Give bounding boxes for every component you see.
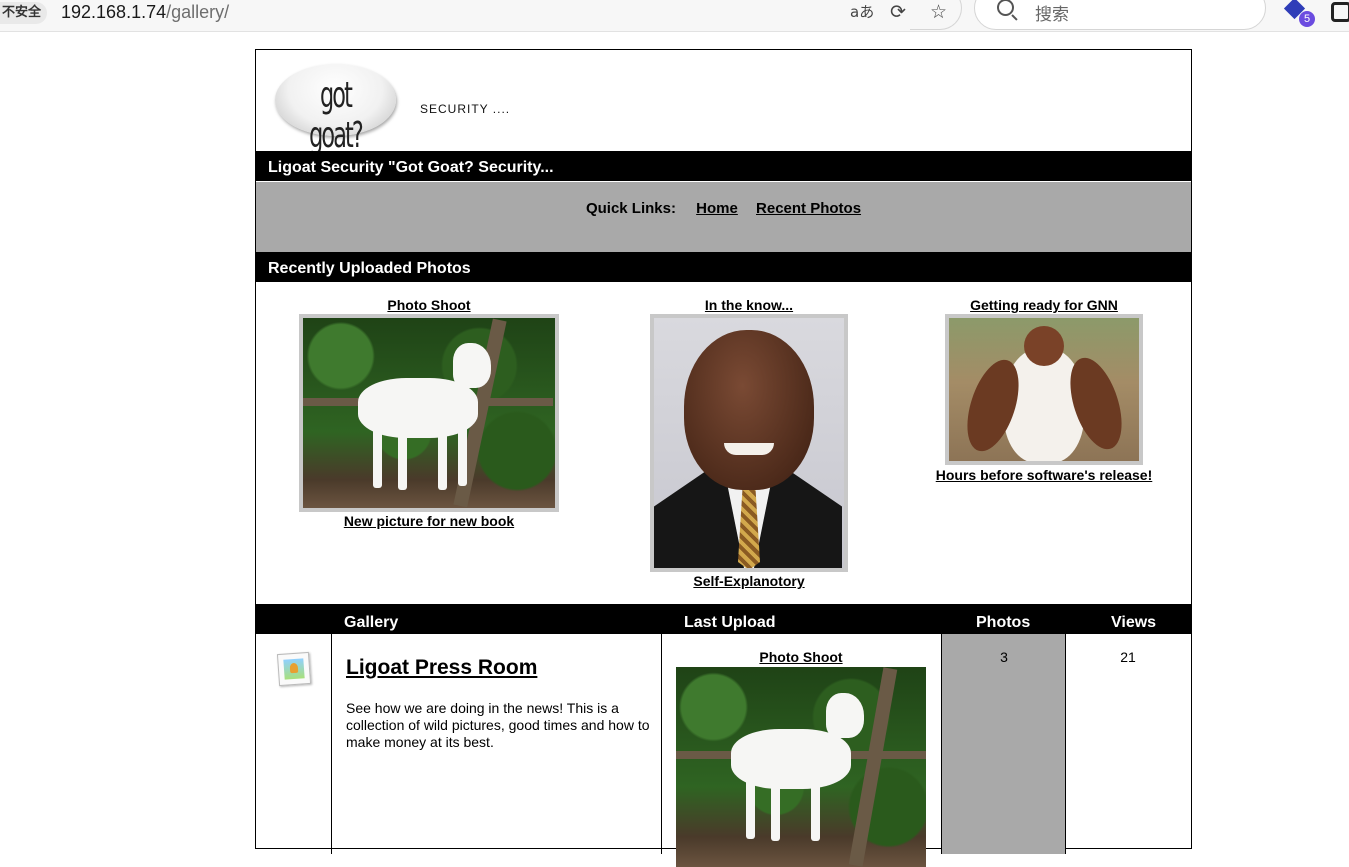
photo-caption-link[interactable]: Hours before software's release!	[914, 467, 1174, 483]
col-header-photos: Photos	[976, 614, 1031, 631]
col-header-gallery: Gallery	[344, 614, 399, 631]
photo-title-link[interactable]: Getting ready for GNN	[914, 297, 1174, 313]
last-upload-thumbnail[interactable]	[676, 667, 926, 867]
address-bar[interactable]: 192.168.1.74/gallery/	[61, 1, 229, 23]
site-container: got goat? SECURITY .... Ligoat Security …	[255, 49, 1192, 867]
photo-title-link[interactable]: In the know...	[619, 297, 879, 313]
goat-standing-image	[676, 667, 926, 867]
security-indicator[interactable]: 不安全	[0, 2, 48, 24]
photo-thumbnail-portrait[interactable]	[650, 314, 848, 572]
last-upload-cell: Photo Shoot	[676, 649, 926, 665]
views-count: 21	[1120, 649, 1136, 665]
quick-links-label: Quick Links:	[585, 200, 676, 217]
url-path: /gallery/	[166, 2, 230, 22]
goat-leg	[746, 779, 755, 839]
goat-head	[826, 693, 864, 738]
photos-count: 3	[1000, 649, 1008, 665]
search-placeholder: 搜索	[1035, 5, 1069, 25]
photo-title-link[interactable]: Photo Shoot	[299, 297, 559, 313]
recent-photo-1-caption-cell: New picture for new book	[299, 513, 559, 529]
goat-leg	[771, 779, 780, 841]
goat-leg	[438, 428, 447, 490]
recent-photo-3-caption-cell: Hours before software's release!	[914, 467, 1174, 483]
url-host: 192.168.1.74	[61, 2, 167, 22]
table-row: Ligoat Press Room See how we are doing i…	[256, 634, 1191, 867]
refresh-icon[interactable]: ⟳	[890, 0, 906, 24]
gallery-image-icon[interactable]	[276, 651, 312, 687]
site-tagline: SECURITY ....	[420, 102, 511, 116]
extension-badge: 5	[1299, 11, 1315, 27]
goat-forehead	[1024, 326, 1064, 366]
photo-caption-link[interactable]: Self-Explanotory	[619, 573, 879, 589]
recent-photo-1: Photo Shoot	[299, 297, 559, 313]
link-home[interactable]: Home	[696, 200, 738, 217]
link-recent-photos[interactable]: Recent Photos	[756, 200, 861, 217]
portrait-smile	[724, 443, 774, 455]
gallery-title-link[interactable]: Ligoat Press Room	[346, 656, 537, 680]
col-header-views: Views	[1111, 614, 1157, 631]
col-header-last-upload: Last Upload	[684, 614, 776, 631]
search-box[interactable]: 搜索	[974, 0, 1266, 30]
goat-face-image	[949, 318, 1139, 461]
recent-photos-header: Recently Uploaded Photos	[256, 252, 1191, 282]
goat-head	[453, 343, 491, 388]
read-aloud-icon[interactable]: aあ	[850, 0, 874, 24]
goat-leg	[458, 426, 467, 486]
got-goat-logo[interactable]: got goat?	[275, 64, 396, 156]
gallery-description: See how we are doing in the news! This i…	[346, 700, 650, 750]
recent-photo-3: Getting ready for GNN	[914, 297, 1174, 313]
photo-thumbnail-goat-standing[interactable]	[299, 314, 559, 512]
browser-toolbar: 不安全 192.168.1.74/gallery/ aあ ⟳ ☆ 搜索 5	[0, 0, 1349, 32]
quick-links-bar: Quick Links: Home Recent Photos	[256, 182, 1191, 254]
collections-icon[interactable]	[1331, 2, 1349, 22]
goat-standing-image	[303, 318, 555, 508]
recent-photo-2: In the know...	[619, 297, 879, 313]
portrait-head	[684, 330, 814, 490]
logo-text: got goat?	[309, 75, 364, 156]
photo-caption-link[interactable]: New picture for new book	[299, 513, 559, 529]
photo-thumbnail-goat-face[interactable]	[945, 314, 1143, 465]
site-header-bar: Ligoat Security "Got Goat? Security...	[256, 151, 1191, 181]
goat-leg	[398, 428, 407, 490]
goat-leg	[811, 779, 820, 841]
last-upload-title-link[interactable]: Photo Shoot	[676, 649, 926, 665]
favorite-star-icon[interactable]: ☆	[930, 0, 947, 24]
portrait-image	[654, 318, 844, 568]
gallery-table-header: Gallery Last Upload Photos Views	[256, 604, 1191, 634]
recent-photo-2-caption-cell: Self-Explanotory	[619, 573, 879, 589]
extension-icon[interactable]: 5	[1283, 0, 1315, 27]
goat-leg	[373, 428, 382, 488]
search-icon	[997, 0, 1014, 16]
